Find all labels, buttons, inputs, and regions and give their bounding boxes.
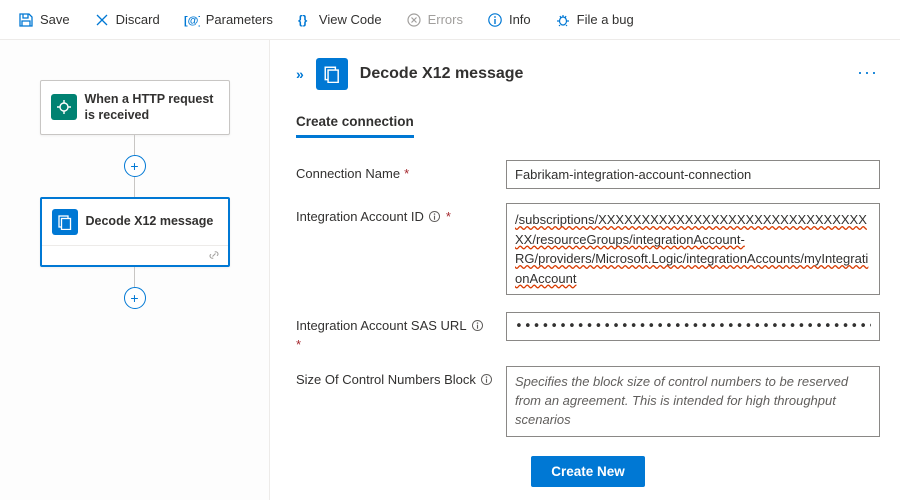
main-area: When a HTTP request is received + Decode… [0,40,900,500]
designer-canvas[interactable]: When a HTTP request is received + Decode… [0,40,270,500]
action-node-title: Decode X12 message [86,213,214,229]
settings-panel: ··· » Decode X12 message Create connecti… [270,40,900,500]
discard-button[interactable]: Discard [84,6,170,34]
toolbar: Save Discard [@] Parameters {} View Code… [0,0,900,40]
info-icon[interactable] [428,210,442,224]
panel-more-button[interactable]: ··· [857,62,878,83]
svg-text:{}: {} [298,13,308,27]
integration-account-id-label: Integration Account ID * [296,203,506,224]
info-button[interactable]: Info [477,6,541,34]
panel-title: Decode X12 message [360,65,524,83]
connection-name-input[interactable] [506,160,880,189]
save-button[interactable]: Save [8,6,80,34]
info-icon [487,12,503,28]
file-bug-button[interactable]: File a bug [545,6,644,34]
parameters-label: Parameters [206,12,273,27]
info-icon[interactable] [471,319,485,333]
discard-icon [94,12,110,28]
file-bug-label: File a bug [577,12,634,27]
http-trigger-icon [51,94,77,120]
save-label: Save [40,12,70,27]
svg-text:[@]: [@] [184,15,200,27]
info-icon[interactable] [480,373,494,387]
connector-line [134,267,135,287]
info-label: Info [509,12,531,27]
connection-name-label: Connection Name* [296,160,506,181]
add-step-button[interactable]: + [124,287,146,309]
x12-panel-icon [316,58,348,90]
block-size-input[interactable]: Specifies the block size of control numb… [506,366,880,437]
create-new-button[interactable]: Create New [531,456,645,487]
tab-create-connection[interactable]: Create connection [296,114,414,138]
errors-icon [406,12,422,28]
integration-account-id-input[interactable]: /subscriptions/XXXXXXXXXXXXXXXXXXXXXXXXX… [506,203,880,295]
connector-line [134,177,135,197]
parameters-icon: [@] [184,12,200,28]
errors-label: Errors [428,12,463,27]
trigger-node-title: When a HTTP request is received [85,91,219,124]
code-icon: {} [297,12,313,28]
block-size-label: Size Of Control Numbers Block [296,366,506,387]
link-icon [208,249,220,261]
action-node-footer [42,245,228,265]
errors-button: Errors [396,6,473,34]
sas-url-label: Integration Account SAS URL * [296,312,506,352]
x12-action-icon [52,209,78,235]
view-code-button[interactable]: {} View Code [287,6,392,34]
parameters-button[interactable]: [@] Parameters [174,6,283,34]
collapse-panel-button[interactable]: » [296,66,304,82]
sas-url-input[interactable] [506,312,880,341]
bug-icon [555,12,571,28]
save-icon [18,12,34,28]
panel-tabs: Create connection [296,114,880,138]
view-code-label: View Code [319,12,382,27]
connector-line [134,135,135,155]
trigger-node[interactable]: When a HTTP request is received [40,80,230,135]
add-step-button[interactable]: + [124,155,146,177]
action-node[interactable]: Decode X12 message [40,197,230,267]
discard-label: Discard [116,12,160,27]
